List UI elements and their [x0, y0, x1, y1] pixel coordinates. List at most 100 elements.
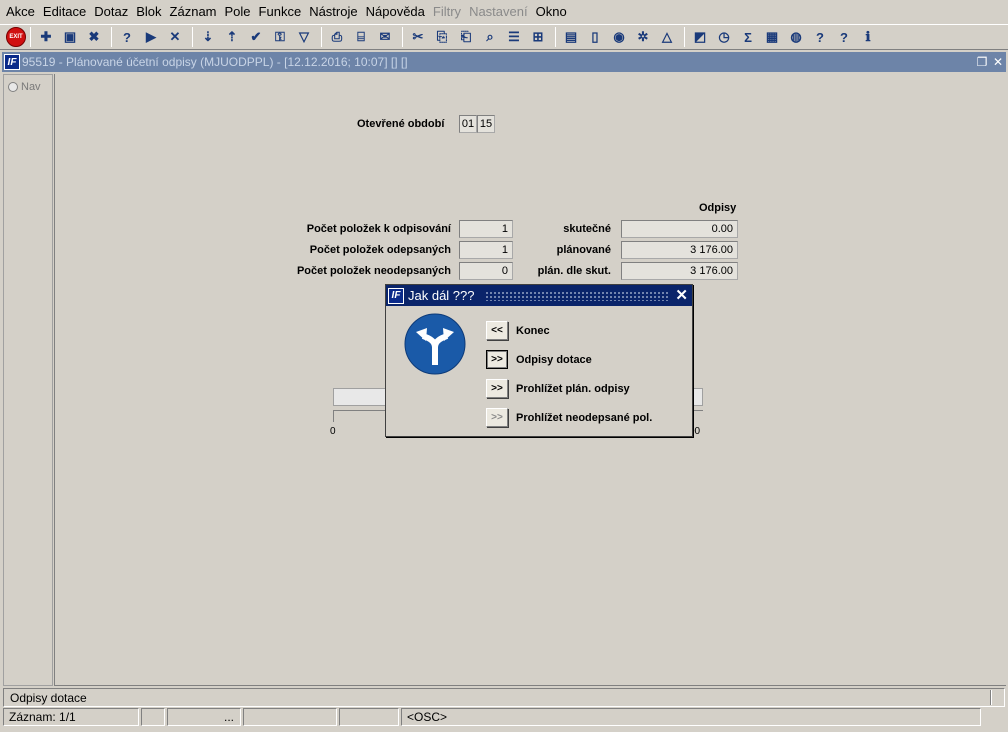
about-icon[interactable]: ? — [833, 26, 855, 48]
status-cell: ... — [167, 708, 241, 726]
option-label: Prohlížet plán. odpisy — [516, 382, 630, 395]
chart-icon[interactable]: ◩ — [689, 26, 711, 48]
toolbar-separator — [30, 27, 31, 47]
save-icon[interactable]: ▣ — [59, 26, 81, 48]
calendar-icon[interactable]: ◷ — [713, 26, 735, 48]
cancel-query-icon[interactable]: ✕ — [164, 26, 186, 48]
settings-icon[interactable]: ✲ — [632, 26, 654, 48]
period-month-field[interactable]: 01 — [459, 115, 477, 133]
direction-sign-icon — [404, 313, 466, 375]
query-icon[interactable]: ? — [116, 26, 138, 48]
konec-button[interactable]: << — [486, 321, 508, 340]
option-konec: << Konec — [486, 321, 550, 340]
nav-option[interactable]: Nav — [8, 81, 52, 93]
print-icon[interactable]: ⎙ — [326, 26, 348, 48]
menu-dotaz[interactable]: Dotaz — [90, 0, 132, 24]
toolbar-separator — [402, 27, 403, 47]
dialog-close-icon[interactable]: ✕ — [675, 286, 688, 304]
toolbar: EXIT ✚ ▣ ✖? ▶ ✕ ⇣ ⇡ ✔ ⚿ ▽ ⎙ ⌸ ✉ ✂ ⎘ ⎗ ⌕ ☰ ⊞ ▤ ▯ ◉ ✲ △ ◩ ◷ Σ ▦ ◍?? ℹ — [0, 24, 1008, 50]
prohlizet-neodepsane-button: >> — [486, 408, 508, 427]
menu-nastroje[interactable]: Nástroje — [305, 0, 361, 24]
prohlizet-plan-button[interactable]: >> — [486, 379, 508, 398]
kind-label: plánované — [556, 244, 611, 256]
period-year-field[interactable]: 15 — [477, 115, 495, 133]
nav-panel: Nav — [3, 74, 53, 686]
kind-label: skutečné — [563, 223, 611, 235]
globe-icon[interactable]: ◉ — [608, 26, 630, 48]
new-record-icon[interactable]: ✚ — [35, 26, 57, 48]
toolbar-separator — [321, 27, 322, 47]
option-odpisy-dotace: >> Odpisy dotace — [486, 350, 592, 369]
option-label: Odpisy dotace — [516, 353, 592, 366]
amount-field[interactable]: 3 176.00 — [621, 241, 738, 259]
info-icon[interactable]: ℹ — [857, 26, 879, 48]
paste-icon[interactable]: ⎗ — [455, 26, 477, 48]
document-icon[interactable]: ▤ — [560, 26, 582, 48]
count-field[interactable]: 1 — [459, 220, 513, 238]
sum-icon[interactable]: Σ — [737, 26, 759, 48]
window-title: 95519 - Plánované účetní odpisy (MJUODPP… — [22, 55, 408, 69]
menu-akce[interactable]: Akce — [2, 0, 39, 24]
progress-min-label: 0 — [330, 426, 336, 437]
amount-field[interactable]: 3 176.00 — [621, 262, 738, 280]
title-dots — [484, 290, 668, 301]
delete-record-icon[interactable]: ✖ — [83, 26, 105, 48]
key-icon[interactable]: ⚿ — [269, 26, 291, 48]
kind-label: plán. dle skut. — [537, 265, 611, 277]
dialog-title-bar: IF Jak dál ??? ✕ — [386, 285, 692, 306]
status-cell — [141, 708, 165, 726]
cut-icon[interactable]: ✂ — [407, 26, 429, 48]
menu-pole[interactable]: Pole — [221, 0, 255, 24]
close-window-icon[interactable]: ✕ — [990, 55, 1006, 69]
browser-icon[interactable]: ◍ — [785, 26, 807, 48]
dialog-title: Jak dál ??? — [408, 288, 475, 303]
option-prohlizet-plan: >> Prohlížet plán. odpisy — [486, 379, 630, 398]
find-icon[interactable]: ⌕ — [479, 26, 501, 48]
print-preview-icon[interactable]: ⌸ — [350, 26, 372, 48]
restore-icon[interactable]: ❐ — [974, 55, 990, 69]
row-label: Počet položek odepsaných — [309, 244, 451, 256]
row-label: Počet položek neodepsaných — [296, 265, 451, 277]
menu-editace[interactable]: Editace — [39, 0, 90, 24]
menu-blok[interactable]: Blok — [132, 0, 165, 24]
hint-text: Odpisy dotace — [10, 690, 87, 705]
mail-icon[interactable]: ✉ — [374, 26, 396, 48]
toolbar-separator — [555, 27, 556, 47]
filter-icon[interactable]: ▽ — [293, 26, 315, 48]
count-field[interactable]: 0 — [459, 262, 513, 280]
exit-icon[interactable]: EXIT — [6, 27, 26, 47]
odpisy-header: Odpisy — [699, 202, 737, 214]
mode-indicator: <OSC> — [401, 708, 981, 726]
app-logo-icon: IF — [4, 54, 20, 70]
status-cell — [243, 708, 337, 726]
record-indicator: Záznam: 1/1 — [3, 708, 139, 726]
amount-field[interactable]: 0.00 — [621, 220, 738, 238]
run-query-icon[interactable]: ▶ — [140, 26, 162, 48]
menu-napoveda[interactable]: Nápověda — [362, 0, 429, 24]
odpisy-dotace-button[interactable]: >> — [486, 350, 508, 369]
copy-icon[interactable]: ⎘ — [431, 26, 453, 48]
menu-bar: Akce Editace Dotaz Blok Záznam Pole Funk… — [0, 0, 1008, 24]
tree-icon[interactable]: ⊞ — [527, 26, 549, 48]
menu-funkce[interactable]: Funkce — [255, 0, 306, 24]
count-field[interactable]: 1 — [459, 241, 513, 259]
next-step-dialog: IF Jak dál ??? ✕ << Konec >> Odpisy dota… — [385, 284, 693, 437]
sort-desc-icon[interactable]: ⇡ — [221, 26, 243, 48]
nav-label: Nav — [21, 81, 41, 93]
list-icon[interactable]: ☰ — [503, 26, 525, 48]
hint-divider — [990, 690, 992, 705]
option-label: Prohlížet neodepsané pol. — [516, 411, 653, 424]
status-bar: Záznam: 1/1 ... <OSC> — [3, 708, 1005, 726]
excel-icon[interactable]: ▦ — [761, 26, 783, 48]
menu-zaznam[interactable]: Záznam — [166, 0, 221, 24]
help-icon[interactable]: ? — [809, 26, 831, 48]
window-title-bar: IF 95519 - Plánované účetní odpisy (MJUO… — [2, 52, 1006, 72]
sort-asc-icon[interactable]: ⇣ — [197, 26, 219, 48]
page-icon[interactable]: ▯ — [584, 26, 606, 48]
warning-icon[interactable]: △ — [656, 26, 678, 48]
scale-tick — [333, 410, 334, 422]
accept-icon[interactable]: ✔ — [245, 26, 267, 48]
option-label: Konec — [516, 324, 550, 337]
app-logo-icon: IF — [388, 287, 404, 304]
menu-okno[interactable]: Okno — [532, 0, 571, 24]
